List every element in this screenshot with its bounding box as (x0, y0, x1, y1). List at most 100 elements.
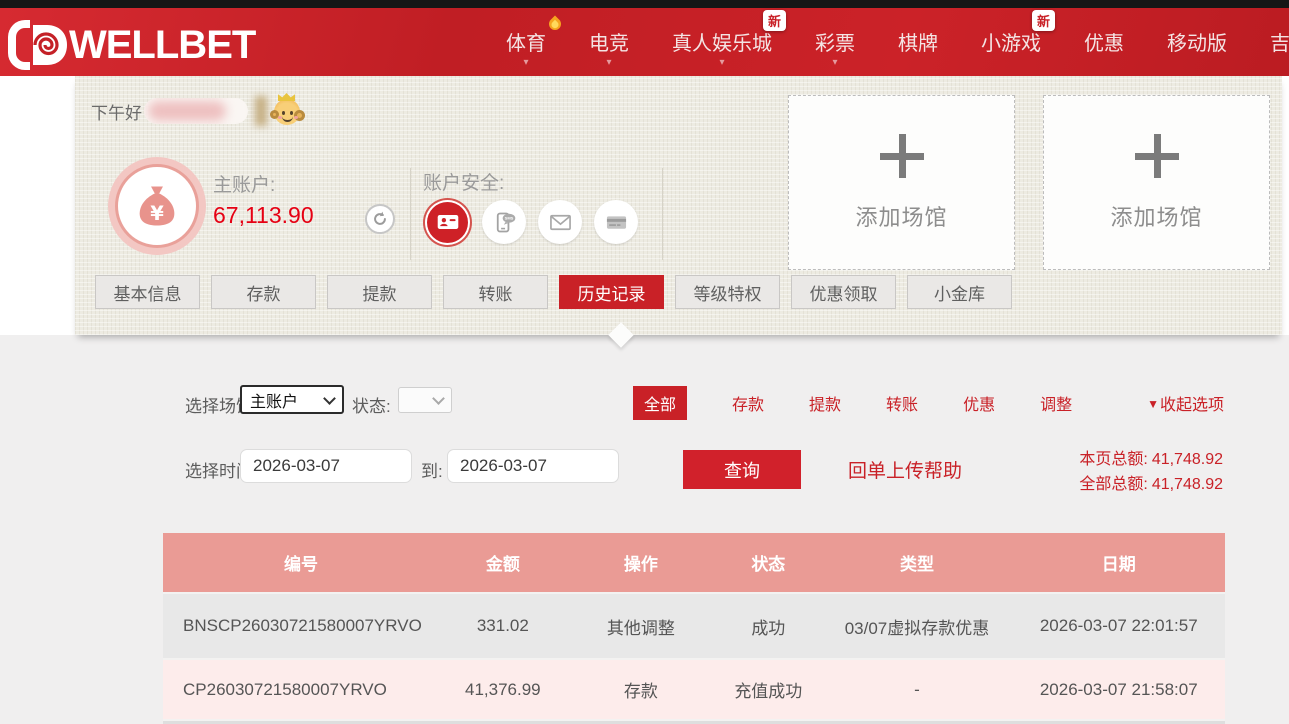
page-total: 本页总额:41,748.92 (1079, 447, 1223, 472)
account-tabs: 基本信息存款提款转账历史记录等级特权优惠领取小金库 (95, 275, 1012, 309)
nav-item-lottery[interactable]: 彩票▾ (815, 8, 855, 76)
add-venue-label: 添加场馆 (855, 200, 947, 232)
nav-item-esports[interactable]: 电竞▾ (589, 8, 629, 76)
query-button[interactable]: 查询 (683, 450, 801, 489)
tab-transfer[interactable]: 转账 (443, 275, 548, 309)
venue-selected-value: 主账户 (250, 388, 298, 412)
tab-vip-privilege[interactable]: 等级特权 (675, 275, 780, 309)
to-label: 到: (421, 457, 443, 482)
security-sms-phone-button[interactable]: SMS (482, 200, 526, 244)
table-row-partial (163, 719, 1225, 724)
id-card-icon (435, 209, 461, 235)
nav-item-sports[interactable]: 体育 ▾ (506, 8, 546, 76)
nav-item-label: 移动版 (1167, 33, 1227, 55)
nav-item-promotions[interactable]: 优惠 (1084, 8, 1124, 76)
triangle-down-icon: ▼ (1147, 398, 1159, 410)
security-bank-card-button[interactable] (594, 200, 638, 244)
filter-tab-adjust[interactable]: 调整 (1040, 391, 1072, 415)
nav-item-label: 真人娱乐城 (672, 33, 772, 55)
svg-text:¥: ¥ (150, 202, 164, 225)
plus-icon (880, 134, 924, 178)
all-total-label: 全部总额: (1079, 476, 1147, 493)
table-row: BNSCP26030721580007YRVO331.02其他调整成功03/07… (163, 592, 1225, 658)
table-cell: - (821, 680, 1012, 700)
totals: 本页总额:41,748.92 全部总额:41,748.92 (1079, 447, 1223, 497)
tab-deposit[interactable]: 存款 (211, 275, 316, 309)
security-icons: SMS (425, 200, 638, 244)
nav-item-mini-games[interactable]: 新小游戏 (981, 8, 1041, 76)
security-id-card-button[interactable] (427, 202, 468, 243)
tab-history[interactable]: 历史记录 (559, 275, 664, 309)
collapse-options-button[interactable]: ▼ 收起选项 (1147, 391, 1224, 415)
add-venue-button-2[interactable]: 添加场馆 (1043, 95, 1270, 270)
account-panel: 下午好 ¥ 主账户: 67 (75, 76, 1282, 335)
greeting-row: 下午好 (91, 96, 302, 126)
tab-withdraw[interactable]: 提款 (327, 275, 432, 309)
column-header: 编号 (163, 550, 439, 575)
top-strip (0, 0, 1289, 8)
nav-item-mobile[interactable]: 移动版 (1167, 8, 1227, 76)
crown-icon (278, 93, 295, 101)
nav-item-board-games[interactable]: 棋牌 (898, 8, 938, 76)
status-select[interactable] (398, 387, 452, 413)
nav-item-label: 吉 (1270, 33, 1289, 55)
column-header: 操作 (567, 550, 716, 575)
greeting-text: 下午好 (91, 99, 142, 124)
tab-basic-info[interactable]: 基本信息 (95, 275, 200, 309)
new-badge: 新 (1032, 10, 1055, 31)
tab-promo-claim[interactable]: 优惠领取 (791, 275, 896, 309)
status-label: 状态: (352, 392, 391, 417)
chevron-down-icon: ▾ (523, 59, 528, 67)
table-cell: 成功 (715, 614, 821, 639)
filter-tab-all[interactable]: 全部 (633, 386, 687, 420)
history-table: 编号金额操作状态类型日期 BNSCP26030721580007YRVO331.… (163, 533, 1225, 724)
new-badge: 新 (763, 10, 786, 31)
add-venue-button-1[interactable]: 添加场馆 (788, 95, 1015, 270)
filter-tab-withdraw[interactable]: 提款 (809, 391, 841, 415)
chevron-down-icon: ▾ (719, 59, 724, 67)
chevron-down-icon: ▾ (832, 59, 837, 67)
filter-tab-transfer[interactable]: 转账 (886, 391, 918, 415)
logo-swirl-icon (23, 23, 69, 67)
history-section: 选择场馆: 主账户 状态: 全部存款提款转账优惠调整 ▼ 收起选项 选择时间: … (0, 335, 1289, 724)
column-header: 金额 (439, 550, 566, 575)
date-from-input[interactable] (240, 449, 412, 483)
money-bag-icon: ¥ (131, 180, 183, 232)
logo-text: WELLBET (69, 23, 255, 67)
nav-item-label: 体育 (506, 33, 546, 55)
table-cell: 2026-03-07 21:58:07 (1013, 680, 1225, 700)
add-venue-label: 添加场馆 (1110, 200, 1202, 232)
nav-item-label: 电竞 (589, 33, 629, 55)
nav-item-live-casino[interactable]: 新真人娱乐城▾ (672, 8, 772, 76)
monkey-avatar (274, 97, 302, 125)
security-mail-button[interactable] (538, 200, 582, 244)
security-label: 账户安全: (423, 168, 504, 195)
nav-item-label: 棋牌 (898, 33, 938, 55)
plus-icon (1135, 134, 1179, 178)
table-cell: BNSCP26030721580007YRVO (163, 616, 439, 636)
type-filter-tabs: 全部 存款 提款 转账 优惠 调整 (633, 386, 1072, 420)
refresh-balance-button[interactable] (365, 204, 395, 234)
filter-tab-promo[interactable]: 优惠 (963, 391, 995, 415)
username-redacted (144, 98, 248, 124)
wellbet-logo[interactable]: WELLBET (8, 20, 255, 70)
mail-icon (547, 209, 574, 236)
column-header: 日期 (1013, 550, 1225, 575)
page-total-label: 本页总额: (1079, 451, 1147, 468)
tab-mini-vault[interactable]: 小金库 (907, 275, 1012, 309)
table-cell: 其他调整 (567, 614, 716, 639)
venue-select[interactable]: 主账户 (240, 385, 344, 414)
date-to-input[interactable] (447, 449, 619, 483)
receipt-upload-help-link[interactable]: 回单上传帮助 (848, 456, 962, 483)
username-blur (148, 101, 226, 121)
svg-text:SMS: SMS (504, 215, 513, 220)
nav-menu: 体育▾电竞▾新真人娱乐城▾彩票▾棋牌新小游戏优惠移动版吉 (506, 8, 1289, 76)
nav-item-ji[interactable]: 吉 (1270, 8, 1289, 76)
sms-phone-icon: SMS (491, 209, 518, 236)
divider (662, 168, 663, 260)
column-header: 状态 (715, 550, 821, 575)
main-navbar: WELLBET 体育▾电竞▾新真人娱乐城▾彩票▾棋牌新小游戏优惠移动版吉 (0, 8, 1289, 76)
filter-tab-deposit[interactable]: 存款 (732, 391, 764, 415)
table-body: BNSCP26030721580007YRVO331.02其他调整成功03/07… (163, 592, 1225, 719)
table-cell: 2026-03-07 22:01:57 (1013, 616, 1225, 636)
